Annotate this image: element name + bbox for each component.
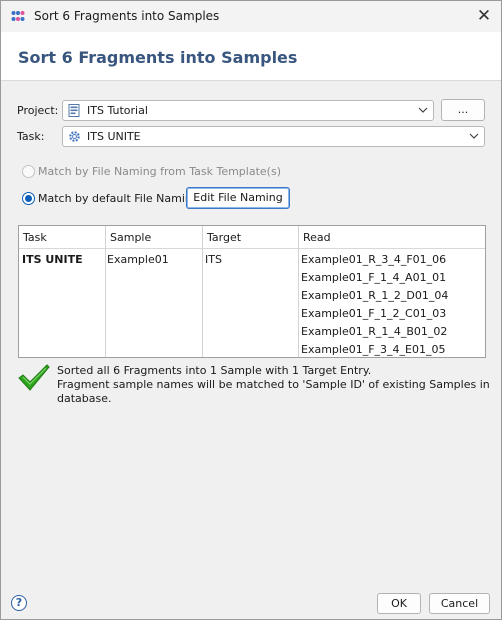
app-icon <box>11 11 25 21</box>
project-label: Project: <box>17 104 59 117</box>
column-header-target[interactable]: Target <box>203 226 298 249</box>
column-divider <box>298 226 299 357</box>
checkmark-icon <box>18 364 50 391</box>
match-template-radio[interactable] <box>22 165 35 178</box>
column-divider <box>105 226 106 357</box>
browse-button-label: ... <box>457 103 469 116</box>
cell-read: Example01_R_3_4_F01_06 <box>301 253 447 266</box>
gear-icon <box>69 131 80 142</box>
match-default-label: Match by default File Naming <box>38 192 199 205</box>
match-default-radio[interactable] <box>22 192 35 205</box>
cancel-button[interactable]: Cancel <box>429 593 490 614</box>
dialog-window: Sort 6 Fragments into Samples ✕ Sort 6 F… <box>0 0 502 620</box>
task-value: ITS UNITE <box>87 130 141 143</box>
cell-read: Example01_R_1_4_B01_02 <box>301 325 448 338</box>
status-line-2: Fragment sample names will be matched to… <box>57 378 490 405</box>
task-select[interactable]: ITS UNITE <box>62 126 485 147</box>
status-line-1: Sorted all 6 Fragments into 1 Sample wit… <box>57 364 372 377</box>
column-header-task[interactable]: Task <box>19 226 106 249</box>
page-title: Sort 6 Fragments into Samples <box>18 48 298 67</box>
column-divider <box>202 226 203 357</box>
help-icon[interactable]: ? <box>11 595 27 611</box>
column-header-sample[interactable]: Sample <box>106 226 202 249</box>
task-label: Task: <box>17 130 45 143</box>
fragments-table[interactable]: Task Sample Target Read ITS UNITE Exampl… <box>18 225 486 358</box>
edit-file-naming-button[interactable]: Edit File Naming <box>186 187 290 209</box>
cell-task: ITS UNITE <box>22 253 83 266</box>
cell-target: ITS <box>205 253 222 266</box>
dialog-header: Sort 6 Fragments into Samples <box>1 32 501 81</box>
browse-project-button[interactable]: ... <box>441 99 485 121</box>
close-icon[interactable]: ✕ <box>473 5 495 27</box>
ok-button[interactable]: OK <box>377 593 421 614</box>
cell-read: Example01_R_1_2_D01_04 <box>301 289 449 302</box>
title-bar: Sort 6 Fragments into Samples ✕ <box>1 1 501 32</box>
column-header-read[interactable]: Read <box>299 226 485 249</box>
match-template-label: Match by File Naming from Task Template(… <box>38 165 281 178</box>
chevron-down-icon <box>469 133 479 139</box>
cell-sample: Example01 <box>107 253 169 266</box>
project-select[interactable]: ITS Tutorial <box>62 100 434 121</box>
cell-read: Example01_F_1_2_C01_03 <box>301 307 447 320</box>
project-icon <box>68 104 80 117</box>
window-title: Sort 6 Fragments into Samples <box>34 9 220 23</box>
cell-read: Example01_F_1_4_A01_01 <box>301 271 447 284</box>
cell-read: Example01_F_3_4_E01_05 <box>301 343 446 356</box>
project-value: ITS Tutorial <box>87 104 148 117</box>
chevron-down-icon <box>418 107 428 113</box>
edit-file-naming-label: Edit File Naming <box>193 191 283 204</box>
